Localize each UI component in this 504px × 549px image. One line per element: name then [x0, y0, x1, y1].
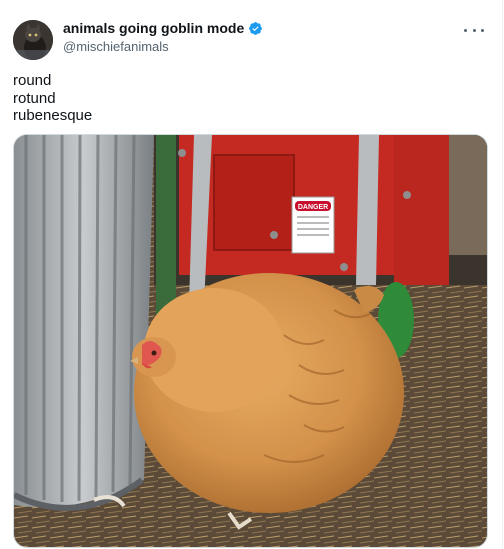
tweet-photo[interactable]: DANGER [13, 134, 488, 548]
avatar-image [13, 20, 53, 60]
chicken-photo: DANGER [14, 135, 487, 547]
tweet-text-line: rubenesque [13, 107, 93, 124]
tweet-text-line: rotund [13, 89, 56, 107]
more-options-icon[interactable] [464, 22, 484, 38]
tweet-text-line: round [13, 72, 52, 89]
verified-badge-icon [249, 21, 263, 35]
tweet-card[interactable]: animals going goblin mode @mischiefanima… [0, 0, 503, 549]
tweet-text: round rotund rubenesque [13, 72, 92, 125]
display-name[interactable]: animals going goblin mode [63, 20, 244, 36]
avatar[interactable] [13, 20, 53, 60]
danger-sign-text: DANGER [298, 204, 328, 211]
author-name-row[interactable]: animals going goblin mode [63, 20, 263, 36]
author-handle[interactable]: @mischiefanimals [63, 39, 169, 54]
